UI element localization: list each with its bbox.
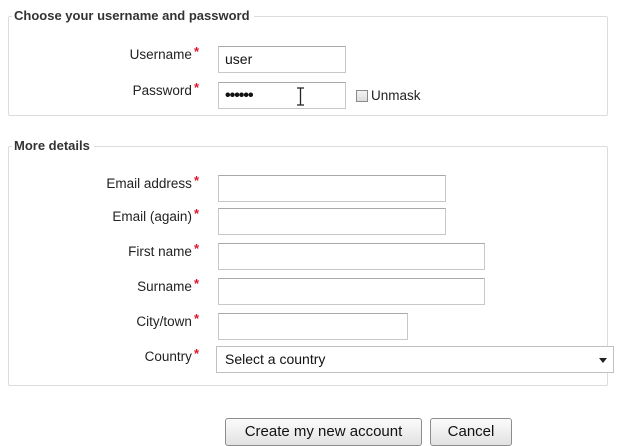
password-label-text: Password <box>132 83 192 98</box>
required-marker: * <box>193 241 199 256</box>
city-field[interactable] <box>218 313 408 340</box>
country-label: Country * <box>144 346 199 366</box>
required-marker: * <box>193 80 199 95</box>
details-legend: More details <box>12 138 94 154</box>
surname-label-text: Surname <box>137 279 192 294</box>
firstname-label: First name * <box>128 241 199 261</box>
firstname-field[interactable] <box>218 243 485 270</box>
email-label-text: Email address <box>106 176 192 191</box>
account-legend: Choose your username and password <box>12 8 254 24</box>
country-label-text: Country <box>144 349 192 364</box>
surname-field[interactable] <box>218 278 485 305</box>
username-label: Username * <box>129 44 199 64</box>
username-field[interactable]: user <box>218 46 346 73</box>
country-select[interactable]: Select a country <box>216 346 614 373</box>
city-label: City/town * <box>136 311 199 331</box>
username-value: user <box>225 51 253 67</box>
chevron-down-icon <box>599 358 607 363</box>
email-field[interactable] <box>218 175 446 202</box>
required-marker: * <box>193 346 199 361</box>
firstname-label-text: First name <box>128 244 192 259</box>
password-label: Password * <box>132 80 199 100</box>
text-cursor-icon <box>297 87 304 106</box>
unmask-checkbox[interactable] <box>356 89 368 102</box>
required-marker: * <box>193 311 199 326</box>
password-value: •••••• <box>225 87 254 104</box>
unmask-checkbox-wrap[interactable]: Unmask <box>356 88 421 103</box>
password-field[interactable]: •••••• <box>218 82 346 109</box>
email-again-field[interactable] <box>218 208 446 235</box>
required-marker: * <box>193 44 199 59</box>
surname-label: Surname * <box>137 276 199 296</box>
email-again-label-text: Email (again) <box>112 209 192 224</box>
required-marker: * <box>193 173 199 188</box>
country-selected-value: Select a country <box>225 351 326 367</box>
unmask-label: Unmask <box>371 88 421 103</box>
email-again-label: Email (again) * <box>112 206 199 226</box>
username-label-text: Username <box>129 47 192 62</box>
city-label-text: City/town <box>136 314 192 329</box>
required-marker: * <box>193 276 199 291</box>
required-marker: * <box>193 206 199 221</box>
email-label: Email address * <box>106 173 199 193</box>
